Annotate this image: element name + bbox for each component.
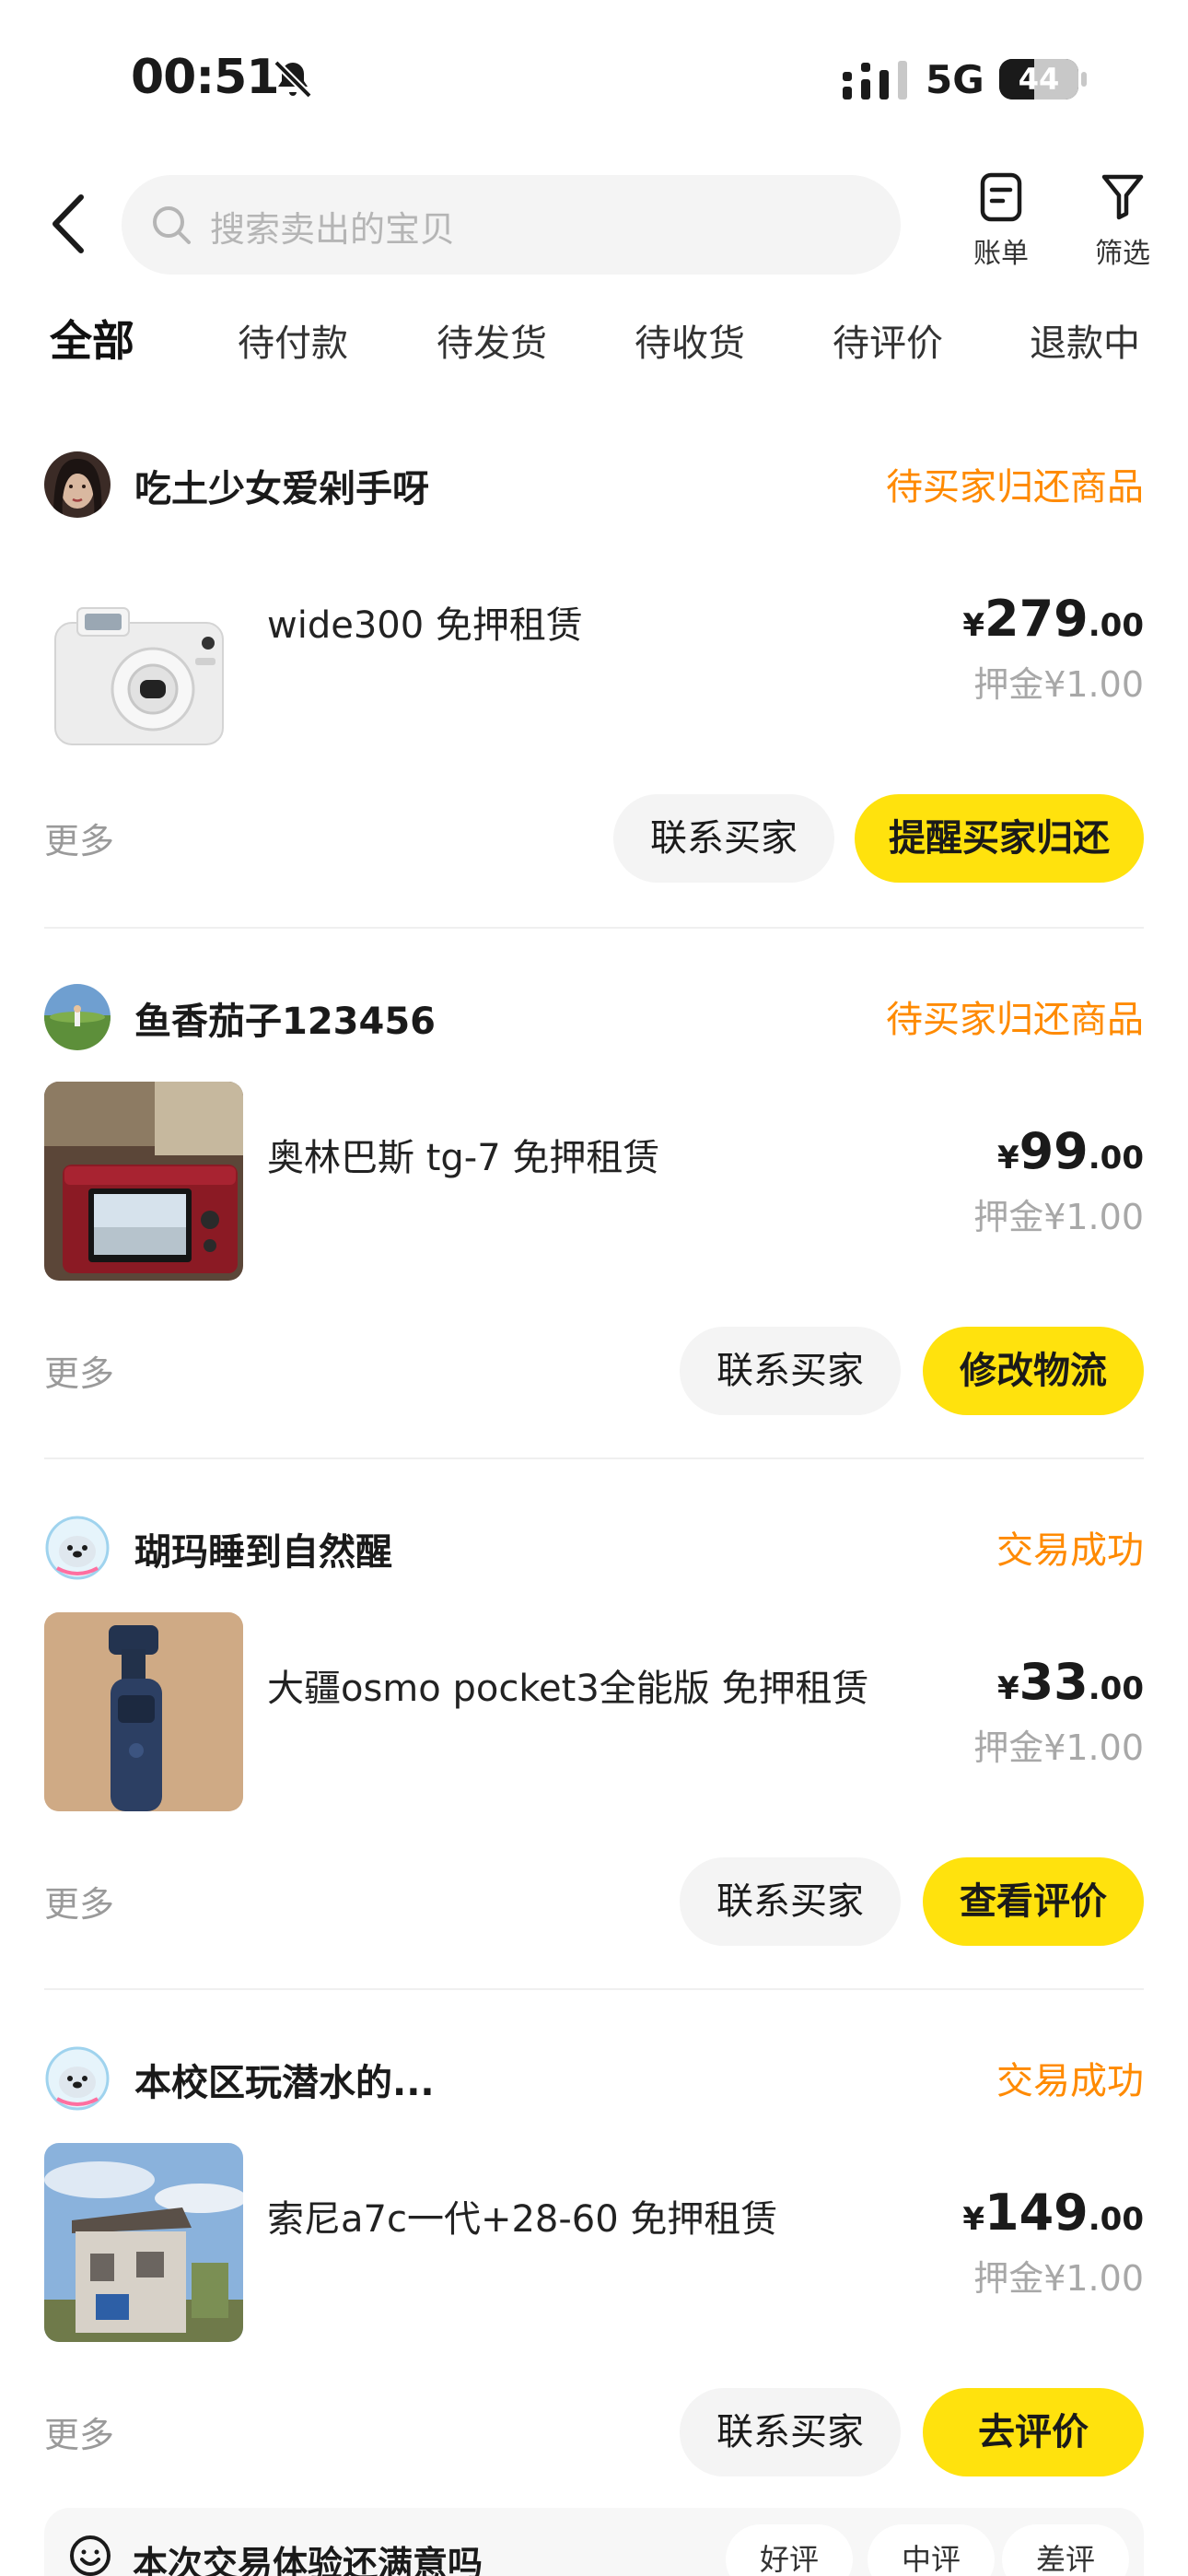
product-thumbnail[interactable] xyxy=(44,1612,243,1811)
remind-return-button[interactable]: 提醒买家归还 xyxy=(855,794,1144,883)
tab-pending-shipment[interactable]: 待发货 xyxy=(437,313,547,367)
order-card[interactable]: 本校区玩潜水的... 交易成功 索尼a7c一代+28-60 免押租赁 ¥149.… xyxy=(0,2045,1188,2506)
deposit-amount: 押金¥1.00 xyxy=(973,664,1144,705)
satisfaction-question: 本次交易体验还满意吗 xyxy=(133,2544,483,2576)
order-card[interactable]: 吃土少女爱剁手呀 待买家归还商品 wide300 免押租赁 ¥279.00 押金… xyxy=(0,451,1188,931)
tab-refunding[interactable]: 退款中 xyxy=(1030,313,1140,367)
order-tabs: 全部 待付款 待发货 待收货 待评价 退款中 xyxy=(0,304,1188,387)
write-review-button[interactable]: 去评价 xyxy=(923,2388,1144,2476)
more-button[interactable]: 更多 xyxy=(44,813,114,863)
divider xyxy=(44,1458,1144,1459)
price-decimal: .00 xyxy=(1088,1140,1144,1177)
buyer-name: 瑚玛睡到自然醒 xyxy=(134,1531,392,1574)
more-button[interactable]: 更多 xyxy=(44,1876,114,1926)
satisfaction-prompt: 本次交易体验还满意吗 好评 中评 差评 xyxy=(44,2508,1144,2576)
product-price: ¥149.00 xyxy=(962,2184,1144,2242)
product-price: ¥33.00 xyxy=(997,1653,1144,1711)
price-integer: 99 xyxy=(1019,1122,1089,1180)
view-review-button[interactable]: 查看评价 xyxy=(923,1857,1144,1946)
network-type: 5G xyxy=(926,57,984,102)
search-input[interactable]: 搜索卖出的宝贝 xyxy=(122,175,901,275)
battery-level: 44 xyxy=(1018,62,1060,97)
price-currency: ¥ xyxy=(996,1140,1019,1177)
divider xyxy=(44,927,1144,929)
modify-shipping-button[interactable]: 修改物流 xyxy=(923,1327,1144,1415)
product-price: ¥279.00 xyxy=(962,590,1144,648)
product-title[interactable]: wide300 免押租赁 xyxy=(267,595,583,649)
contact-buyer-button[interactable]: 联系买家 xyxy=(680,1327,901,1415)
buyer-name: 吃土少女爱剁手呀 xyxy=(134,468,429,510)
deposit-amount: 押金¥1.00 xyxy=(973,1197,1144,1237)
product-thumbnail[interactable] xyxy=(44,1082,243,1281)
avatar[interactable] xyxy=(44,984,111,1050)
tab-pending-payment[interactable]: 待付款 xyxy=(238,313,348,367)
order-card[interactable]: 瑚玛睡到自然醒 交易成功 大疆osmo pocket3全能版 免押租赁 ¥33.… xyxy=(0,1515,1188,1994)
price-integer: 279 xyxy=(984,590,1089,648)
price-integer: 149 xyxy=(984,2184,1089,2242)
price-integer: 33 xyxy=(1019,1653,1089,1711)
tab-all[interactable]: 全部 xyxy=(50,308,134,369)
divider xyxy=(44,1988,1144,1990)
more-button[interactable]: 更多 xyxy=(44,2406,114,2457)
contact-buyer-button[interactable]: 联系买家 xyxy=(680,1857,901,1946)
buyer-name: 本校区玩潜水的... xyxy=(134,2062,435,2104)
smiley-icon xyxy=(70,2535,111,2576)
buyer-name: 鱼香茄子123456 xyxy=(134,1001,436,1043)
tab-pending-receipt[interactable]: 待收货 xyxy=(635,313,745,367)
price-currency: ¥ xyxy=(996,1670,1019,1707)
price-decimal: .00 xyxy=(1088,607,1144,644)
cellular-signal-icon xyxy=(843,61,907,100)
order-status: 交易成功 xyxy=(996,2060,1144,2102)
price-currency: ¥ xyxy=(962,2201,985,2238)
product-thumbnail[interactable] xyxy=(44,568,243,767)
status-time: 00:51 xyxy=(131,50,280,105)
price-decimal: .00 xyxy=(1088,1670,1144,1707)
filter-icon xyxy=(1101,174,1144,220)
rating-bad-button[interactable]: 差评 xyxy=(1002,2524,1129,2576)
order-status: 待买家归还商品 xyxy=(886,999,1144,1041)
filter-label: 筛选 xyxy=(1095,238,1150,270)
product-title[interactable]: 大疆osmo pocket3全能版 免押租赁 xyxy=(267,1658,869,1712)
rating-good-button[interactable]: 好评 xyxy=(726,2524,853,2576)
product-title[interactable]: 奥林巴斯 tg-7 免押租赁 xyxy=(267,1128,659,1181)
bill-button[interactable]: 账单 xyxy=(950,171,1052,282)
battery-tip xyxy=(1081,72,1087,87)
avatar[interactable] xyxy=(44,1515,111,1581)
tab-pending-review[interactable]: 待评价 xyxy=(833,313,943,367)
product-price: ¥99.00 xyxy=(997,1122,1144,1180)
search-icon xyxy=(153,206,191,244)
search-placeholder: 搜索卖出的宝贝 xyxy=(210,209,456,250)
contact-buyer-button[interactable]: 联系买家 xyxy=(680,2388,901,2476)
product-thumbnail[interactable] xyxy=(44,2143,243,2342)
price-currency: ¥ xyxy=(962,607,985,644)
rating-neutral-button[interactable]: 中评 xyxy=(868,2524,995,2576)
bill-label: 账单 xyxy=(973,238,1029,270)
avatar[interactable] xyxy=(44,2045,111,2112)
price-decimal: .00 xyxy=(1088,2201,1144,2238)
filter-button[interactable]: 筛选 xyxy=(1072,171,1173,282)
back-arrow-icon[interactable] xyxy=(46,192,92,256)
deposit-amount: 押金¥1.00 xyxy=(973,2258,1144,2299)
order-status: 待买家归还商品 xyxy=(886,466,1144,509)
avatar[interactable] xyxy=(44,451,111,518)
product-title[interactable]: 索尼a7c一代+28-60 免押租赁 xyxy=(267,2189,777,2242)
bell-muted-icon xyxy=(274,60,312,99)
status-bar: 00:51 5G 44 xyxy=(0,0,1188,157)
order-status: 交易成功 xyxy=(996,1529,1144,1572)
more-button[interactable]: 更多 xyxy=(44,1345,114,1396)
bill-icon xyxy=(980,172,1022,222)
contact-buyer-button[interactable]: 联系买家 xyxy=(613,794,834,883)
order-card[interactable]: 鱼香茄子123456 待买家归还商品 奥林巴斯 tg-7 免押租赁 ¥99.00… xyxy=(0,984,1188,1463)
battery-icon: 44 xyxy=(999,59,1078,100)
deposit-amount: 押金¥1.00 xyxy=(973,1727,1144,1768)
